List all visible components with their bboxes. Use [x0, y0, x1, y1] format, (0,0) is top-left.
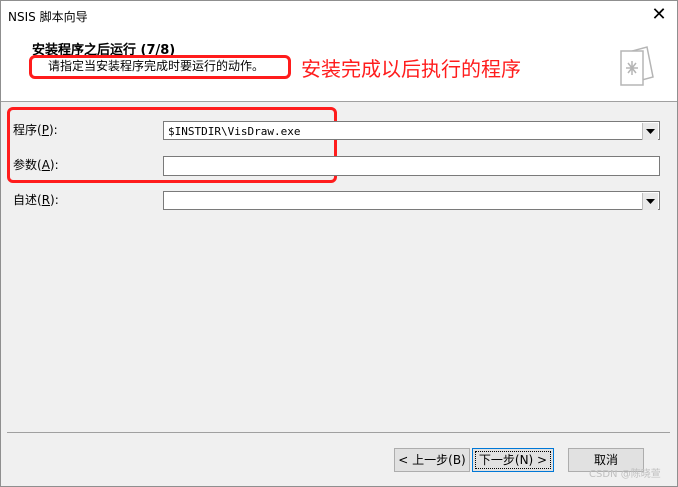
readme-dropdown-button[interactable]	[642, 193, 658, 210]
params-label: 参数(A):	[13, 158, 59, 172]
next-button[interactable]: 下一步(N) >	[472, 448, 554, 472]
next-button-label: 下一步(N) >	[475, 451, 551, 469]
page-subtitle: 请指定当安装程序完成时要运行的动作。	[48, 59, 265, 73]
back-button[interactable]: < 上一步(B)	[394, 448, 470, 472]
footer-divider	[7, 432, 670, 433]
close-icon[interactable]: ✕	[647, 4, 671, 26]
program-combobox[interactable]: $INSTDIR\VisDraw.exe	[163, 121, 660, 140]
wizard-page-icon	[620, 46, 654, 86]
params-input[interactable]	[163, 156, 660, 176]
watermark: CSDN @陈晓萱	[589, 469, 661, 480]
readme-label: 自述(R):	[13, 193, 59, 207]
chevron-down-icon	[646, 199, 655, 204]
program-label: 程序(P):	[13, 123, 58, 137]
program-value: $INSTDIR\VisDraw.exe	[168, 125, 301, 138]
chevron-down-icon	[646, 129, 655, 134]
wizard-window: NSIS 脚本向导 ✕ 安装程序之后运行 (7/8) 请指定当安装程序完成时要运…	[0, 0, 678, 487]
window-title: NSIS 脚本向导	[8, 10, 88, 24]
page-header: 安装程序之后运行 (7/8) 请指定当安装程序完成时要运行的动作。 安装完成以后…	[1, 31, 677, 102]
readme-combobox[interactable]	[163, 191, 660, 210]
title-bar: NSIS 脚本向导 ✕	[1, 1, 677, 31]
annotation-text: 安装完成以后执行的程序	[301, 57, 521, 81]
program-dropdown-button[interactable]	[642, 123, 658, 140]
